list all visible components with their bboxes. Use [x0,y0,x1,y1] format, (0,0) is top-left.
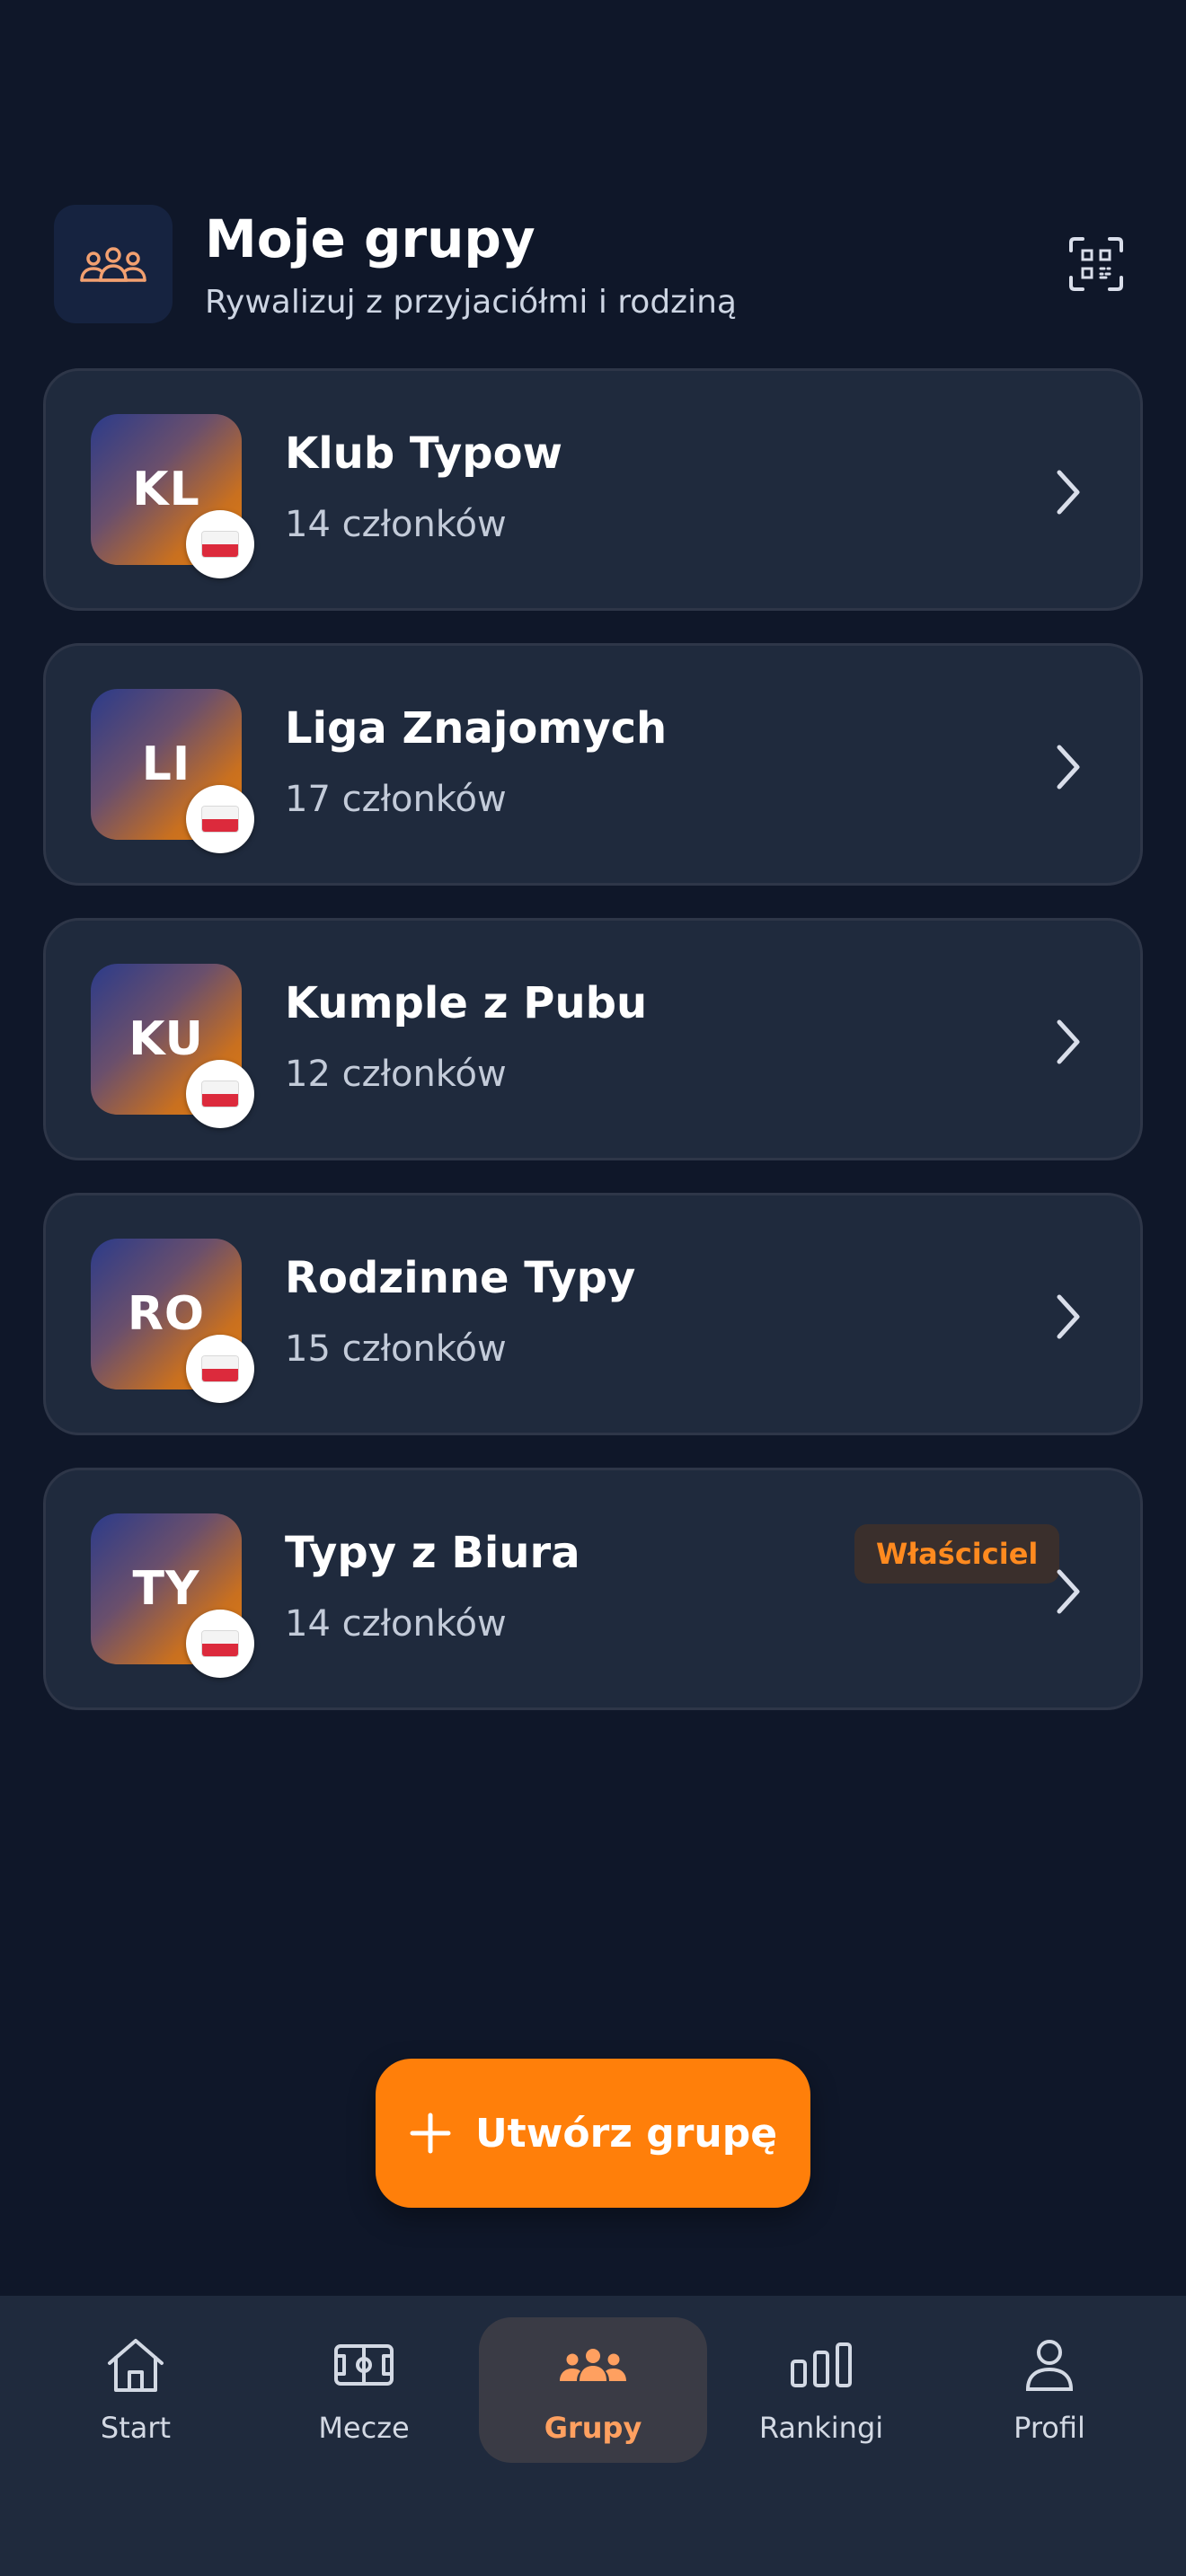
groups-screen: Moje grupy Rywalizuj z przyjaciółmi i ro… [0,0,1186,2576]
group-card[interactable]: KL Klub Typow 14 członków [43,368,1143,611]
group-initials: LI [141,737,191,791]
group-initials: TY [132,1562,200,1616]
group-members-count: 12 członków [285,1054,507,1095]
bar-chart-icon [790,2333,853,2396]
nav-item-rankingi[interactable]: Rankingi [707,2317,935,2463]
nav-label: Mecze [318,2411,410,2445]
poland-flag-icon [186,1060,254,1128]
bottom-nav: Start Mecze Grupy Rankingi Profil [0,2296,1186,2576]
group-name: Klub Typow [285,428,562,479]
poland-flag-icon [186,510,254,578]
nav-label: Grupy [544,2411,642,2445]
users-icon [559,2333,627,2396]
user-icon [1024,2333,1075,2396]
group-initials: KL [132,463,200,516]
group-name: Liga Znajomych [285,703,668,754]
poland-flag-icon [186,1610,254,1678]
nav-item-start[interactable]: Start [22,2317,250,2463]
group-card[interactable]: RO Rodzinne Typy 15 członków [43,1193,1143,1435]
page-header: Moje grupy Rywalizuj z przyjaciółmi i ro… [54,205,1132,323]
group-initials: RO [127,1287,206,1341]
group-card[interactable]: TY Typy z Biura 14 członków Właściciel [43,1468,1143,1710]
group-card[interactable]: LI Liga Znajomych 17 członków [43,643,1143,886]
nav-item-mecze[interactable]: Mecze [250,2317,478,2463]
qr-scan-button[interactable] [1060,228,1132,300]
chevron-right-icon [1057,1019,1080,1064]
group-list: KL Klub Typow 14 członków LI Liga Znajom… [43,368,1143,1742]
nav-label: Start [100,2411,172,2445]
group-name: Kumple z Pubu [285,978,648,1028]
create-group-label: Utwórz grupę [474,2110,778,2157]
group-name: Typy z Biura [285,1528,580,1578]
football-pitch-icon [333,2333,394,2396]
group-name: Rodzinne Typy [285,1253,636,1303]
chevron-right-icon [1057,745,1080,790]
page-subtitle: Rywalizuj z przyjaciółmi i rodziną [205,284,737,321]
nav-label: Rankingi [758,2411,884,2445]
group-card[interactable]: KU Kumple z Pubu 12 członków [43,918,1143,1160]
group-members-count: 14 członków [285,504,507,545]
chevron-right-icon [1057,470,1080,515]
poland-flag-icon [186,785,254,853]
chevron-right-icon [1057,1569,1080,1614]
nav-item-profil[interactable]: Profil [935,2317,1164,2463]
users-icon [54,205,173,323]
group-initials: KU [128,1012,204,1066]
chevron-right-icon [1057,1294,1080,1339]
group-members-count: 17 członków [285,779,507,820]
home-icon [105,2333,166,2396]
page-title: Moje grupy [205,208,535,269]
group-members-count: 14 członków [285,1603,507,1645]
create-group-button[interactable]: Utwórz grupę [376,2059,810,2208]
plus-icon [410,2113,451,2154]
nav-item-grupy[interactable]: Grupy [479,2317,707,2463]
nav-label: Profil [1013,2411,1085,2445]
owner-badge: Właściciel [854,1524,1060,1584]
qr-code-icon [1069,237,1123,291]
poland-flag-icon [186,1335,254,1403]
group-members-count: 15 członków [285,1328,507,1370]
